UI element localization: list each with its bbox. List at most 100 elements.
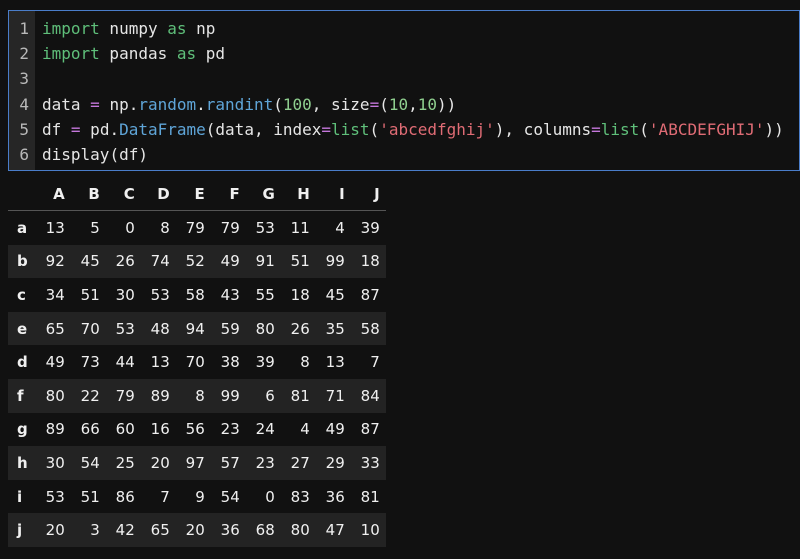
table-cell: 94 bbox=[185, 319, 205, 338]
code-token: df bbox=[42, 119, 71, 139]
table-cell: 8 bbox=[300, 353, 310, 372]
table-cell: 73 bbox=[80, 353, 100, 372]
table-cell: 53 bbox=[150, 285, 170, 304]
table-cell: 53 bbox=[255, 218, 275, 237]
code-cell[interactable]: 123456 import numpy as np import pandas a… bbox=[8, 10, 800, 171]
table-cell: 99 bbox=[220, 386, 240, 405]
code-token: import bbox=[42, 44, 100, 64]
table-row: e 65 70 53 48 94 59 80 26 35 58 bbox=[8, 311, 386, 346]
table-cell: 58 bbox=[185, 285, 205, 304]
code-token: import bbox=[42, 19, 100, 38]
table-cell: 36 bbox=[220, 521, 240, 540]
table-cell: 8 bbox=[160, 218, 170, 237]
table-cell: 26 bbox=[290, 319, 310, 338]
table-cell: 79 bbox=[220, 218, 240, 237]
table-cell: 18 bbox=[290, 285, 310, 304]
code-editor[interactable]: import numpy as np import pandas as pd dat… bbox=[35, 11, 799, 170]
table-cell: 6 bbox=[265, 386, 275, 405]
table-cell: 79 bbox=[185, 218, 205, 237]
table-cell: 39 bbox=[255, 353, 275, 372]
code-token: randint bbox=[205, 94, 274, 114]
table-cell: 55 bbox=[255, 285, 275, 304]
code-token: as bbox=[167, 19, 187, 38]
table-cell: 92 bbox=[45, 252, 65, 271]
code-token: list bbox=[600, 119, 640, 139]
table-cell: 86 bbox=[115, 487, 135, 506]
code-token: data bbox=[42, 94, 91, 114]
column-header: H bbox=[280, 177, 316, 211]
code-line[interactable] bbox=[42, 66, 799, 91]
table-cell: 5 bbox=[90, 218, 100, 237]
code-token: ( bbox=[379, 94, 389, 114]
row-index: j bbox=[17, 521, 23, 540]
table-cell: 27 bbox=[290, 453, 310, 472]
table-cell: 34 bbox=[45, 285, 65, 304]
code-token: (df) bbox=[109, 144, 148, 164]
code-line[interactable]: df = pd.DataFrame(data, index=list('abce… bbox=[42, 117, 799, 142]
table-cell: 81 bbox=[290, 386, 310, 405]
code-line[interactable]: import pandas as pd bbox=[42, 41, 799, 66]
dataframe-body: a 13 5 0 8 79 79 53 11 4 39 b 92 45 26 74 52 49 91 51 99 18 c 3… bbox=[8, 211, 386, 547]
code-line[interactable]: display(df) bbox=[42, 142, 799, 167]
table-cell: 0 bbox=[125, 218, 135, 237]
table-cell: 87 bbox=[360, 285, 380, 304]
table-row: a 13 5 0 8 79 79 53 11 4 39 bbox=[8, 211, 386, 245]
table-cell: 60 bbox=[115, 420, 135, 439]
code-token: as bbox=[176, 44, 197, 64]
code-token: (data, index bbox=[205, 119, 322, 139]
table-cell: 51 bbox=[80, 487, 100, 506]
code-token: 100 bbox=[282, 94, 312, 114]
row-index: e bbox=[17, 319, 28, 338]
table-row: f 80 22 79 89 8 99 6 81 71 84 bbox=[8, 378, 386, 413]
dataframe-corner bbox=[8, 177, 36, 211]
table-cell: 20 bbox=[45, 521, 65, 540]
row-index: d bbox=[17, 353, 28, 372]
table-cell: 48 bbox=[150, 319, 170, 338]
table-cell: 36 bbox=[325, 487, 345, 506]
code-line[interactable]: data = np.random.randint(100, size=(10,1… bbox=[42, 92, 799, 117]
column-header: F bbox=[210, 177, 246, 211]
table-cell: 30 bbox=[115, 285, 135, 304]
row-index: f bbox=[17, 386, 24, 405]
table-cell: 57 bbox=[220, 453, 240, 472]
column-header: G bbox=[245, 177, 281, 211]
code-token: ( bbox=[369, 119, 380, 139]
table-cell: 7 bbox=[370, 353, 380, 372]
table-cell: 33 bbox=[360, 453, 380, 472]
table-row: i 53 51 86 7 9 54 0 83 36 81 bbox=[8, 480, 386, 514]
column-header: A bbox=[35, 177, 71, 211]
table-cell: 13 bbox=[150, 353, 170, 372]
code-token: np. bbox=[99, 94, 139, 114]
table-cell: 3 bbox=[90, 521, 100, 540]
table-cell: 43 bbox=[220, 285, 240, 304]
table-cell: 49 bbox=[325, 420, 345, 439]
table-cell: 38 bbox=[220, 353, 240, 372]
line-number: 5 bbox=[19, 119, 29, 139]
line-number-gutter: 1 2 3 4 5 6 bbox=[9, 11, 35, 170]
table-cell: 44 bbox=[115, 353, 135, 372]
table-cell: 79 bbox=[115, 386, 135, 405]
table-row: g 89 66 60 16 56 23 24 4 49 87 bbox=[8, 413, 386, 447]
column-header: D bbox=[140, 177, 176, 211]
column-header: C bbox=[105, 177, 141, 211]
code-token: display bbox=[42, 144, 110, 164]
table-cell: 80 bbox=[255, 319, 275, 338]
code-token: . bbox=[196, 94, 206, 114]
code-line[interactable]: import numpy as np bbox=[42, 16, 799, 41]
line-number: 3 bbox=[19, 69, 29, 89]
table-cell: 47 bbox=[325, 521, 345, 540]
row-index: b bbox=[17, 252, 28, 271]
row-index: i bbox=[17, 487, 23, 506]
table-cell: 91 bbox=[255, 252, 275, 271]
table-cell: 18 bbox=[360, 252, 380, 271]
table-cell: 87 bbox=[360, 420, 380, 439]
table-cell: 26 bbox=[115, 252, 135, 271]
table-cell: 51 bbox=[80, 285, 100, 304]
table-cell: 8 bbox=[195, 386, 205, 405]
code-token: ( bbox=[639, 119, 649, 139]
table-row: c 34 51 30 53 58 43 55 18 45 87 bbox=[8, 278, 386, 312]
table-row: j 20 3 42 65 20 36 68 80 47 10 bbox=[8, 513, 386, 547]
column-header: J bbox=[350, 177, 386, 211]
table-cell: 89 bbox=[150, 386, 170, 405]
table-cell: 24 bbox=[255, 420, 275, 439]
